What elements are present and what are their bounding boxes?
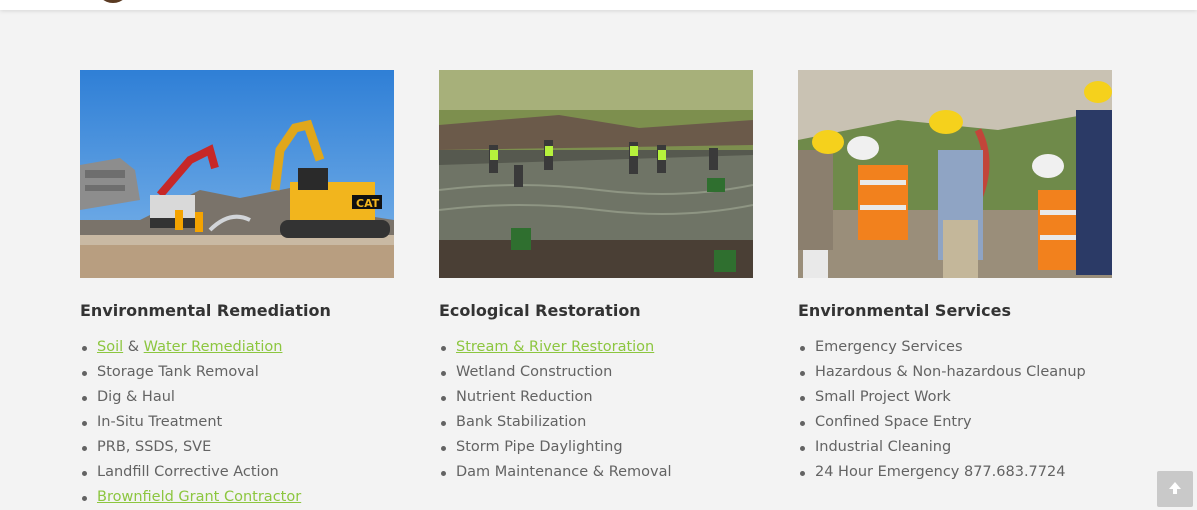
- list-item: Emergency Services: [798, 335, 1112, 360]
- arrow-up-icon: [1169, 482, 1181, 494]
- list-item: Dig & Haul: [80, 385, 394, 410]
- list-item: Landfill Corrective Action: [80, 460, 394, 485]
- service-column-ecological: Ecological Restoration Stream & River Re…: [439, 70, 753, 485]
- list-item: Storage Tank Removal: [80, 360, 394, 385]
- column-heading: Environmental Remediation: [80, 301, 331, 320]
- service-column-remediation: CAT Environmental Remediation Soil & Wat…: [80, 70, 394, 510]
- list-item: Soil & Water Remediation: [80, 335, 394, 360]
- list-item: Industrial Cleaning: [798, 435, 1112, 460]
- list-item: In-Situ Treatment: [80, 410, 394, 435]
- service-column-environmental-services: Environmental Services Emergency Service…: [798, 70, 1112, 485]
- site-header: [0, 0, 1197, 10]
- service-list: Stream & River Restoration Wetland Const…: [439, 335, 753, 485]
- wetland-planting-photo: [439, 70, 753, 278]
- list-item: 24 Hour Emergency 877.683.7724: [798, 460, 1112, 485]
- link-separator: &: [123, 339, 144, 355]
- list-item: Dam Maintenance & Removal: [439, 460, 753, 485]
- list-item: Storm Pipe Daylighting: [439, 435, 753, 460]
- service-list: Emergency Services Hazardous & Non-hazar…: [798, 335, 1112, 485]
- soil-link[interactable]: Soil: [97, 339, 123, 355]
- list-item: Bank Stabilization: [439, 410, 753, 435]
- list-item: Hazardous & Non-hazardous Cleanup: [798, 360, 1112, 385]
- stream-river-restoration-link[interactable]: Stream & River Restoration: [456, 339, 654, 355]
- field-workers-hardhats-photo: [798, 70, 1112, 278]
- svg-text:CAT: CAT: [356, 197, 380, 210]
- brownfield-grant-contractor-link[interactable]: Brownfield Grant Contractor: [97, 489, 301, 505]
- demolition-excavators-photo: CAT: [80, 70, 394, 278]
- list-item: Nutrient Reduction: [439, 385, 753, 410]
- list-item: Confined Space Entry: [798, 410, 1112, 435]
- water-remediation-link[interactable]: Water Remediation: [144, 339, 283, 355]
- list-item: Stream & River Restoration: [439, 335, 753, 360]
- scroll-to-top-button[interactable]: [1157, 471, 1193, 507]
- column-heading: Ecological Restoration: [439, 301, 641, 320]
- logo-icon[interactable]: [96, 0, 130, 3]
- list-item: Wetland Construction: [439, 360, 753, 385]
- list-item: Brownfield Grant Contractor: [80, 485, 394, 510]
- service-list: Soil & Water Remediation Storage Tank Re…: [80, 335, 394, 510]
- list-item: Small Project Work: [798, 385, 1112, 410]
- list-item: PRB, SSDS, SVE: [80, 435, 394, 460]
- column-heading: Environmental Services: [798, 301, 1011, 320]
